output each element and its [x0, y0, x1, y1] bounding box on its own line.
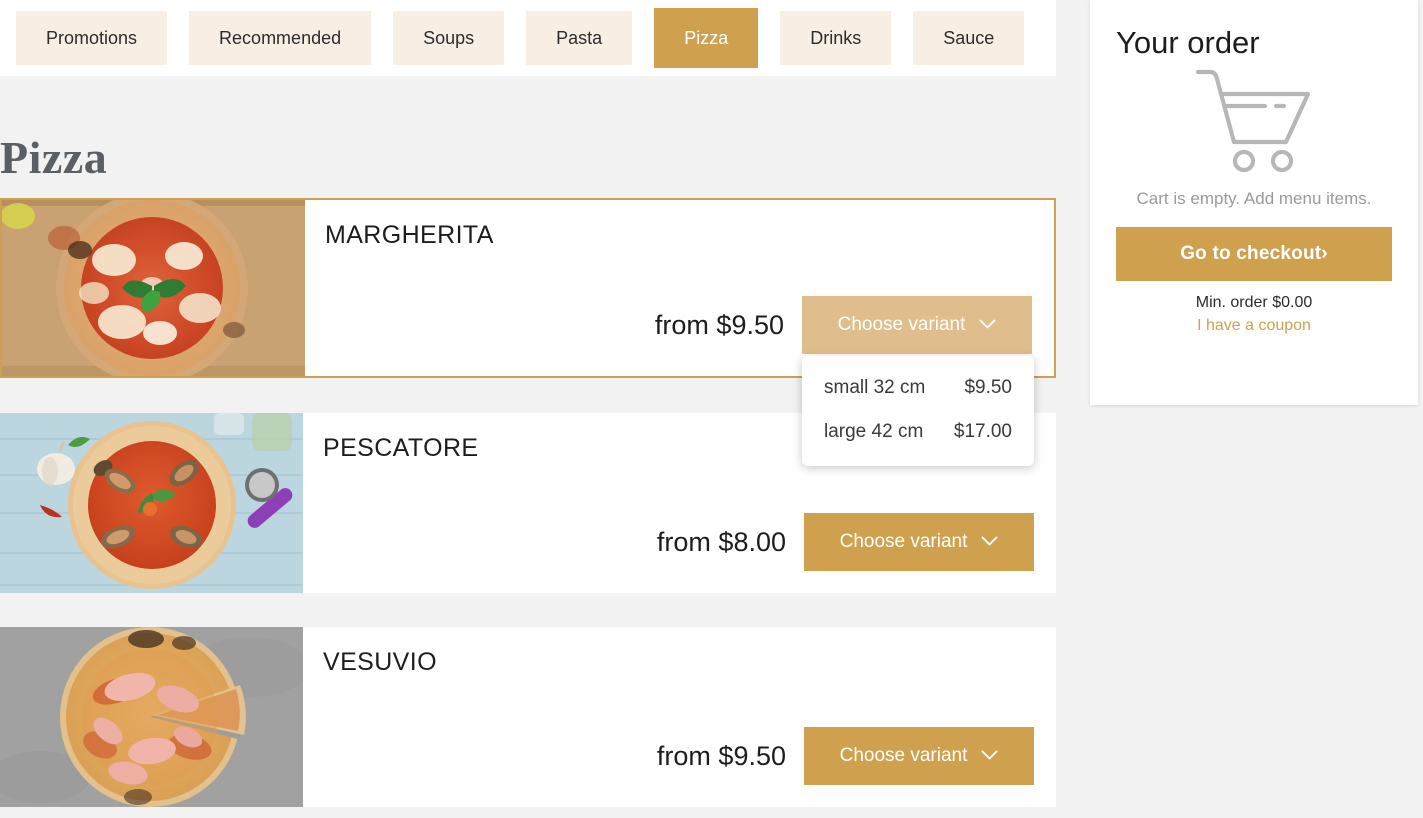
order-summary-panel: Your order Cart is empty. Add menu items…	[1090, 0, 1418, 405]
tab-pasta[interactable]: Pasta	[526, 11, 632, 65]
minimum-order-text: Min. order $0.00	[1116, 294, 1392, 312]
tab-sauce[interactable]: Sauce	[913, 11, 1024, 65]
variant-option-label: small 32 cm	[824, 377, 925, 399]
choose-variant-button[interactable]: Choose variant	[804, 513, 1034, 571]
product-body-vesuvio: VESUVIO from $9.50 Choose variant	[303, 627, 1056, 807]
tab-recommended[interactable]: Recommended	[189, 11, 371, 65]
variant-option-price: $9.50	[964, 377, 1012, 399]
tab-soups[interactable]: Soups	[393, 11, 504, 65]
choose-variant-label: Choose variant	[840, 745, 968, 767]
variant-option-label: large 42 cm	[824, 421, 923, 443]
product-name: MARGHERITA	[325, 222, 1032, 250]
page-title: Pizza	[0, 135, 107, 181]
product-price: from $9.50	[657, 741, 786, 772]
product-price-row: from $9.50 Choose variant	[655, 296, 1032, 354]
page-root: Promotions Recommended Soups Pasta Pizza…	[0, 0, 1423, 818]
product-price-row: from $8.00 Choose variant	[657, 513, 1034, 571]
category-tab-bar: Promotions Recommended Soups Pasta Pizza…	[0, 0, 1056, 76]
product-card-vesuvio[interactable]: VESUVIO from $9.50 Choose variant	[0, 627, 1056, 807]
chevron-right-icon: ›	[1321, 243, 1328, 264]
product-name: VESUVIO	[323, 649, 1034, 677]
product-price: from $9.50	[655, 310, 784, 341]
product-image-pescatore	[0, 413, 303, 593]
variant-option-large[interactable]: large 42 cm $17.00	[802, 410, 1034, 454]
chevron-down-icon	[981, 745, 998, 767]
product-price: from $8.00	[657, 527, 786, 558]
variant-option-price: $17.00	[954, 421, 1012, 443]
checkout-label: Go to checkout	[1180, 243, 1321, 264]
product-card-margherita[interactable]: MARGHERITA from $9.50 Choose variant	[0, 198, 1056, 378]
choose-variant-button[interactable]: Choose variant	[804, 727, 1034, 785]
tab-promotions[interactable]: Promotions	[16, 11, 167, 65]
chevron-down-icon	[979, 314, 996, 336]
cart-empty-message: Cart is empty. Add menu items.	[1116, 189, 1392, 209]
go-to-checkout-button[interactable]: Go to checkout›	[1116, 227, 1392, 281]
tab-drinks[interactable]: Drinks	[780, 11, 891, 65]
shopping-cart-icon	[1192, 66, 1316, 179]
empty-cart-illustration	[1116, 66, 1392, 179]
order-panel-title: Your order	[1116, 26, 1392, 60]
choose-variant-button[interactable]: Choose variant	[802, 296, 1032, 354]
variant-option-small[interactable]: small 32 cm $9.50	[802, 366, 1034, 410]
choose-variant-label: Choose variant	[840, 531, 968, 553]
coupon-link[interactable]: I have a coupon	[1116, 317, 1392, 335]
product-body-margherita: MARGHERITA from $9.50 Choose variant	[305, 200, 1054, 376]
menu-main-column: Promotions Recommended Soups Pasta Pizza…	[0, 0, 1056, 818]
product-price-row: from $9.50 Choose variant	[657, 727, 1034, 785]
product-image-vesuvio	[0, 627, 303, 807]
variant-dropdown-menu[interactable]: small 32 cm $9.50 large 42 cm $17.00	[802, 356, 1034, 466]
tab-pizza[interactable]: Pizza	[654, 8, 758, 68]
chevron-down-icon	[981, 531, 998, 553]
product-image-margherita	[2, 200, 305, 376]
choose-variant-label: Choose variant	[838, 314, 966, 336]
